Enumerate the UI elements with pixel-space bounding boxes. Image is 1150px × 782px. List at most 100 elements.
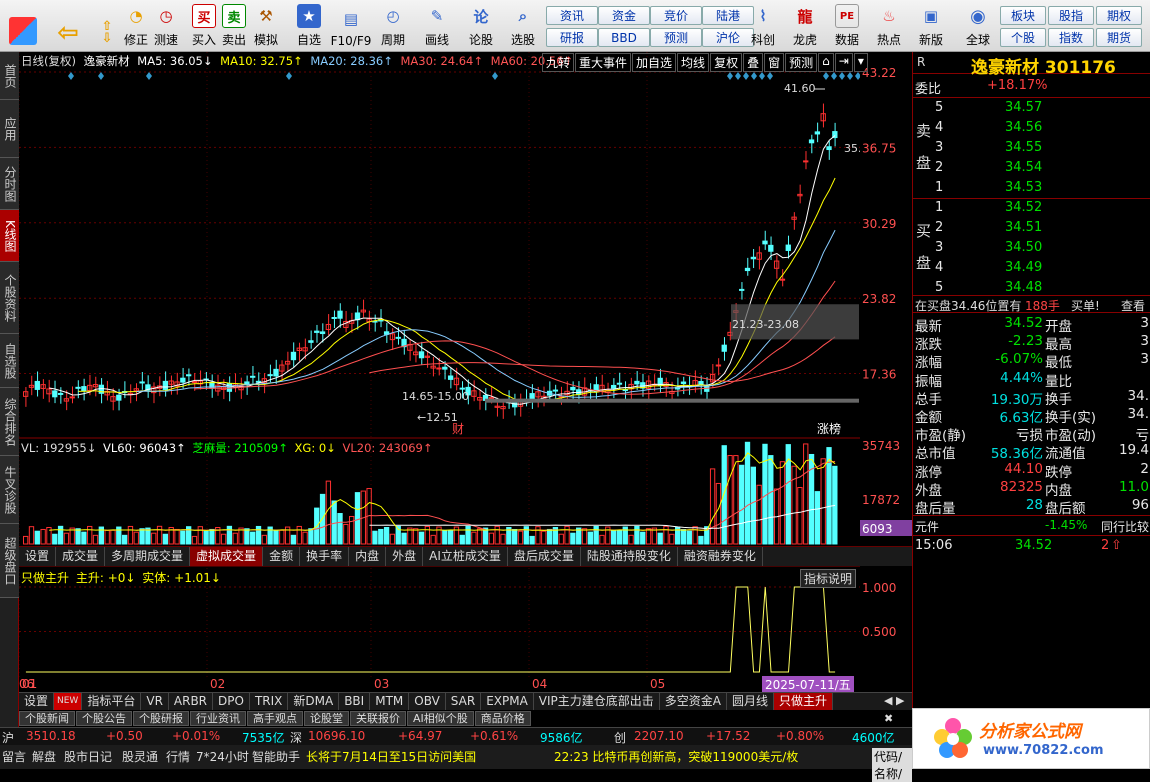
tab-info-6[interactable]: 关联报价 <box>350 711 406 726</box>
tab-info-8[interactable]: 商品价格 <box>474 711 531 726</box>
sell-button[interactable]: 卖卖出 <box>220 0 248 52</box>
grid-menu-button[interactable] <box>6 0 40 52</box>
funds-button[interactable]: 资金 <box>598 6 650 25</box>
tip-view-link[interactable]: 查看 <box>1121 297 1145 314</box>
nav-diagnosis[interactable]: 牛叉诊股 <box>0 456 19 524</box>
period-button[interactable]: ◴ 周期 <box>376 0 410 52</box>
tab-vol-10[interactable]: 陆股通持股变化 <box>581 547 678 566</box>
new-version-button[interactable]: ▣ 新版 <box>914 0 948 52</box>
tool-jiuzhuan[interactable]: 九转 <box>542 53 575 72</box>
global-button[interactable]: ◉ 全球 <box>958 0 998 52</box>
stock-button[interactable]: 个股 <box>1000 28 1046 47</box>
speedtest-button[interactable]: ◷ 测速 <box>152 0 180 52</box>
tab-ind-15[interactable]: 圆月线 <box>727 693 775 710</box>
order-tip[interactable]: 在买盘34.46位置有 188手 买单! 查看 <box>913 295 1150 313</box>
tool-overlay[interactable]: 叠 <box>743 53 764 72</box>
f10-button[interactable]: ▤ F10/F9 <box>330 0 372 52</box>
tab-vol-2[interactable]: 多周期成交量 <box>105 547 191 566</box>
tab-vol-11[interactable]: 融资融券变化 <box>678 547 763 566</box>
screener-button[interactable]: ⌕ 选股 <box>506 0 540 52</box>
news-button[interactable]: 资讯 <box>546 6 598 25</box>
tool-ma[interactable]: 均线 <box>677 53 710 72</box>
tab-ind-2[interactable]: 指标平台 <box>82 693 142 710</box>
bids-row[interactable]: 1 34.52 <box>913 200 1150 218</box>
tab-vol-4[interactable]: 金额 <box>263 547 301 566</box>
nav-timeshare[interactable]: 分时图 <box>0 158 19 210</box>
tab-vol-3[interactable]: 虚拟成交量 <box>190 547 264 566</box>
tab-ind-4[interactable]: ARBR <box>169 693 214 710</box>
scroll-left-icon[interactable]: ◀ <box>884 694 892 707</box>
tab-ind-8[interactable]: BBI <box>339 693 371 710</box>
news-ticker-1[interactable]: 长将于7月14日至15日访问美国 <box>306 748 476 765</box>
tab-info-4[interactable]: 高手观点 <box>247 711 303 726</box>
btn-message[interactable]: 留言 <box>2 748 26 765</box>
sector-button[interactable]: 板块 <box>1000 6 1046 25</box>
nav-home[interactable]: 首页 <box>0 52 19 100</box>
asks-row[interactable]: 1 34.53 <box>913 180 1150 198</box>
nav-watchlist[interactable]: 自选股 <box>0 334 19 388</box>
tab-ind-6[interactable]: TRIX <box>250 693 289 710</box>
tab-ind-1[interactable]: NEW <box>54 693 83 710</box>
kline-chart[interactable]: 41.6014.65-15.0021.23-23.08←12.5135.财 涨榜0… <box>19 52 860 692</box>
asks-row[interactable]: 3 34.55 <box>913 140 1150 158</box>
info-close-icon[interactable]: ✖ <box>884 712 893 725</box>
news-ticker-2[interactable]: 22:23 比特币再创新高，突破119000美元/枚 <box>554 748 798 765</box>
tab-info-2[interactable]: 个股研报 <box>133 711 189 726</box>
dropdown-icon[interactable]: ▾ <box>853 53 868 72</box>
dragon-tiger-button[interactable]: 龍龙虎 <box>788 0 822 52</box>
bids-row[interactable]: 2 34.51 <box>913 220 1150 238</box>
tab-ind-13[interactable]: VIP主力建仓底部出击 <box>534 693 660 710</box>
futures-button[interactable]: 期货 <box>1096 28 1142 47</box>
nav-apps[interactable]: 应用 <box>0 100 19 158</box>
tool-adjust[interactable]: 复权 <box>710 53 743 72</box>
hot-button[interactable]: ♨ 热点 <box>872 0 906 52</box>
tab-ind-16[interactable]: 只做主升 <box>774 693 834 710</box>
discuss-button[interactable]: 论论股 <box>466 0 496 52</box>
btn-analysis[interactable]: 解盘 <box>32 748 56 765</box>
lock-icon[interactable]: ⌂ <box>818 53 834 72</box>
nav-super-panel[interactable]: 超级盘口 <box>0 524 19 598</box>
code-search-input[interactable]: 代码/名称/ <box>872 748 912 782</box>
tab-vol-6[interactable]: 内盘 <box>349 547 387 566</box>
tab-ind-7[interactable]: 新DMA <box>288 693 340 710</box>
tab-vol-1[interactable]: 成交量 <box>56 547 106 566</box>
bids-row[interactable]: 4 34.49 <box>913 260 1150 278</box>
tool-window[interactable]: 窗 <box>764 53 785 72</box>
btn-24h[interactable]: 7*24小时 <box>196 748 249 765</box>
tab-ind-10[interactable]: OBV <box>409 693 446 710</box>
buy-button[interactable]: 买买入 <box>190 0 218 52</box>
tab-vol-8[interactable]: AI立桩成交量 <box>423 547 508 566</box>
up-down-button[interactable]: ⇧ ⇩ <box>92 0 122 52</box>
btn-quotes[interactable]: 行情 <box>166 748 190 765</box>
nav-ranking[interactable]: 综合排名 <box>0 388 19 456</box>
tab-ind-9[interactable]: MTM <box>370 693 410 710</box>
btn-assistant[interactable]: 智能助手 <box>252 748 300 765</box>
asks-row[interactable]: 2 34.54 <box>913 160 1150 178</box>
tab-info-0[interactable]: 个股新闻 <box>19 711 75 726</box>
asks-row[interactable]: 4 34.56 <box>913 120 1150 138</box>
tab-vol-9[interactable]: 盘后成交量 <box>508 547 581 566</box>
tabs-scroll[interactable]: ◀ ▶ <box>884 694 904 707</box>
bids-row[interactable]: 3 34.50 <box>913 240 1150 258</box>
bbd-button[interactable]: BBD <box>598 28 650 47</box>
auction-button[interactable]: 竞价 <box>650 6 702 25</box>
nav-kline[interactable]: K线图 <box>0 210 19 262</box>
btn-diary[interactable]: 股市日记 <box>64 748 112 765</box>
indicator-help-button[interactable]: 指标说明 <box>800 569 857 588</box>
watchlist-button[interactable]: ★ 自选 <box>292 0 326 52</box>
tab-vol-0[interactable]: 设置 <box>19 547 57 566</box>
tab-info-7[interactable]: AI相似个股 <box>407 711 474 726</box>
tab-ind-3[interactable]: VR <box>141 693 169 710</box>
tab-ind-12[interactable]: EXPMA <box>481 693 534 710</box>
research-button[interactable]: 研报 <box>546 28 598 47</box>
peer-compare-link[interactable]: 同行比较 <box>1101 518 1149 535</box>
index-futures-button[interactable]: 股指 <box>1048 6 1094 25</box>
index-button[interactable]: 指数 <box>1048 28 1094 47</box>
back-button[interactable]: ⇦ <box>48 0 88 52</box>
star-market-button[interactable]: ⌇ 科创 <box>746 0 780 52</box>
simulate-button[interactable]: ⚒ 模拟 <box>252 0 280 52</box>
tab-ind-11[interactable]: SAR <box>446 693 482 710</box>
tool-forecast[interactable]: 预测 <box>785 53 818 72</box>
nav-profile[interactable]: 个股资料 <box>0 262 19 334</box>
tab-info-1[interactable]: 个股公告 <box>76 711 132 726</box>
